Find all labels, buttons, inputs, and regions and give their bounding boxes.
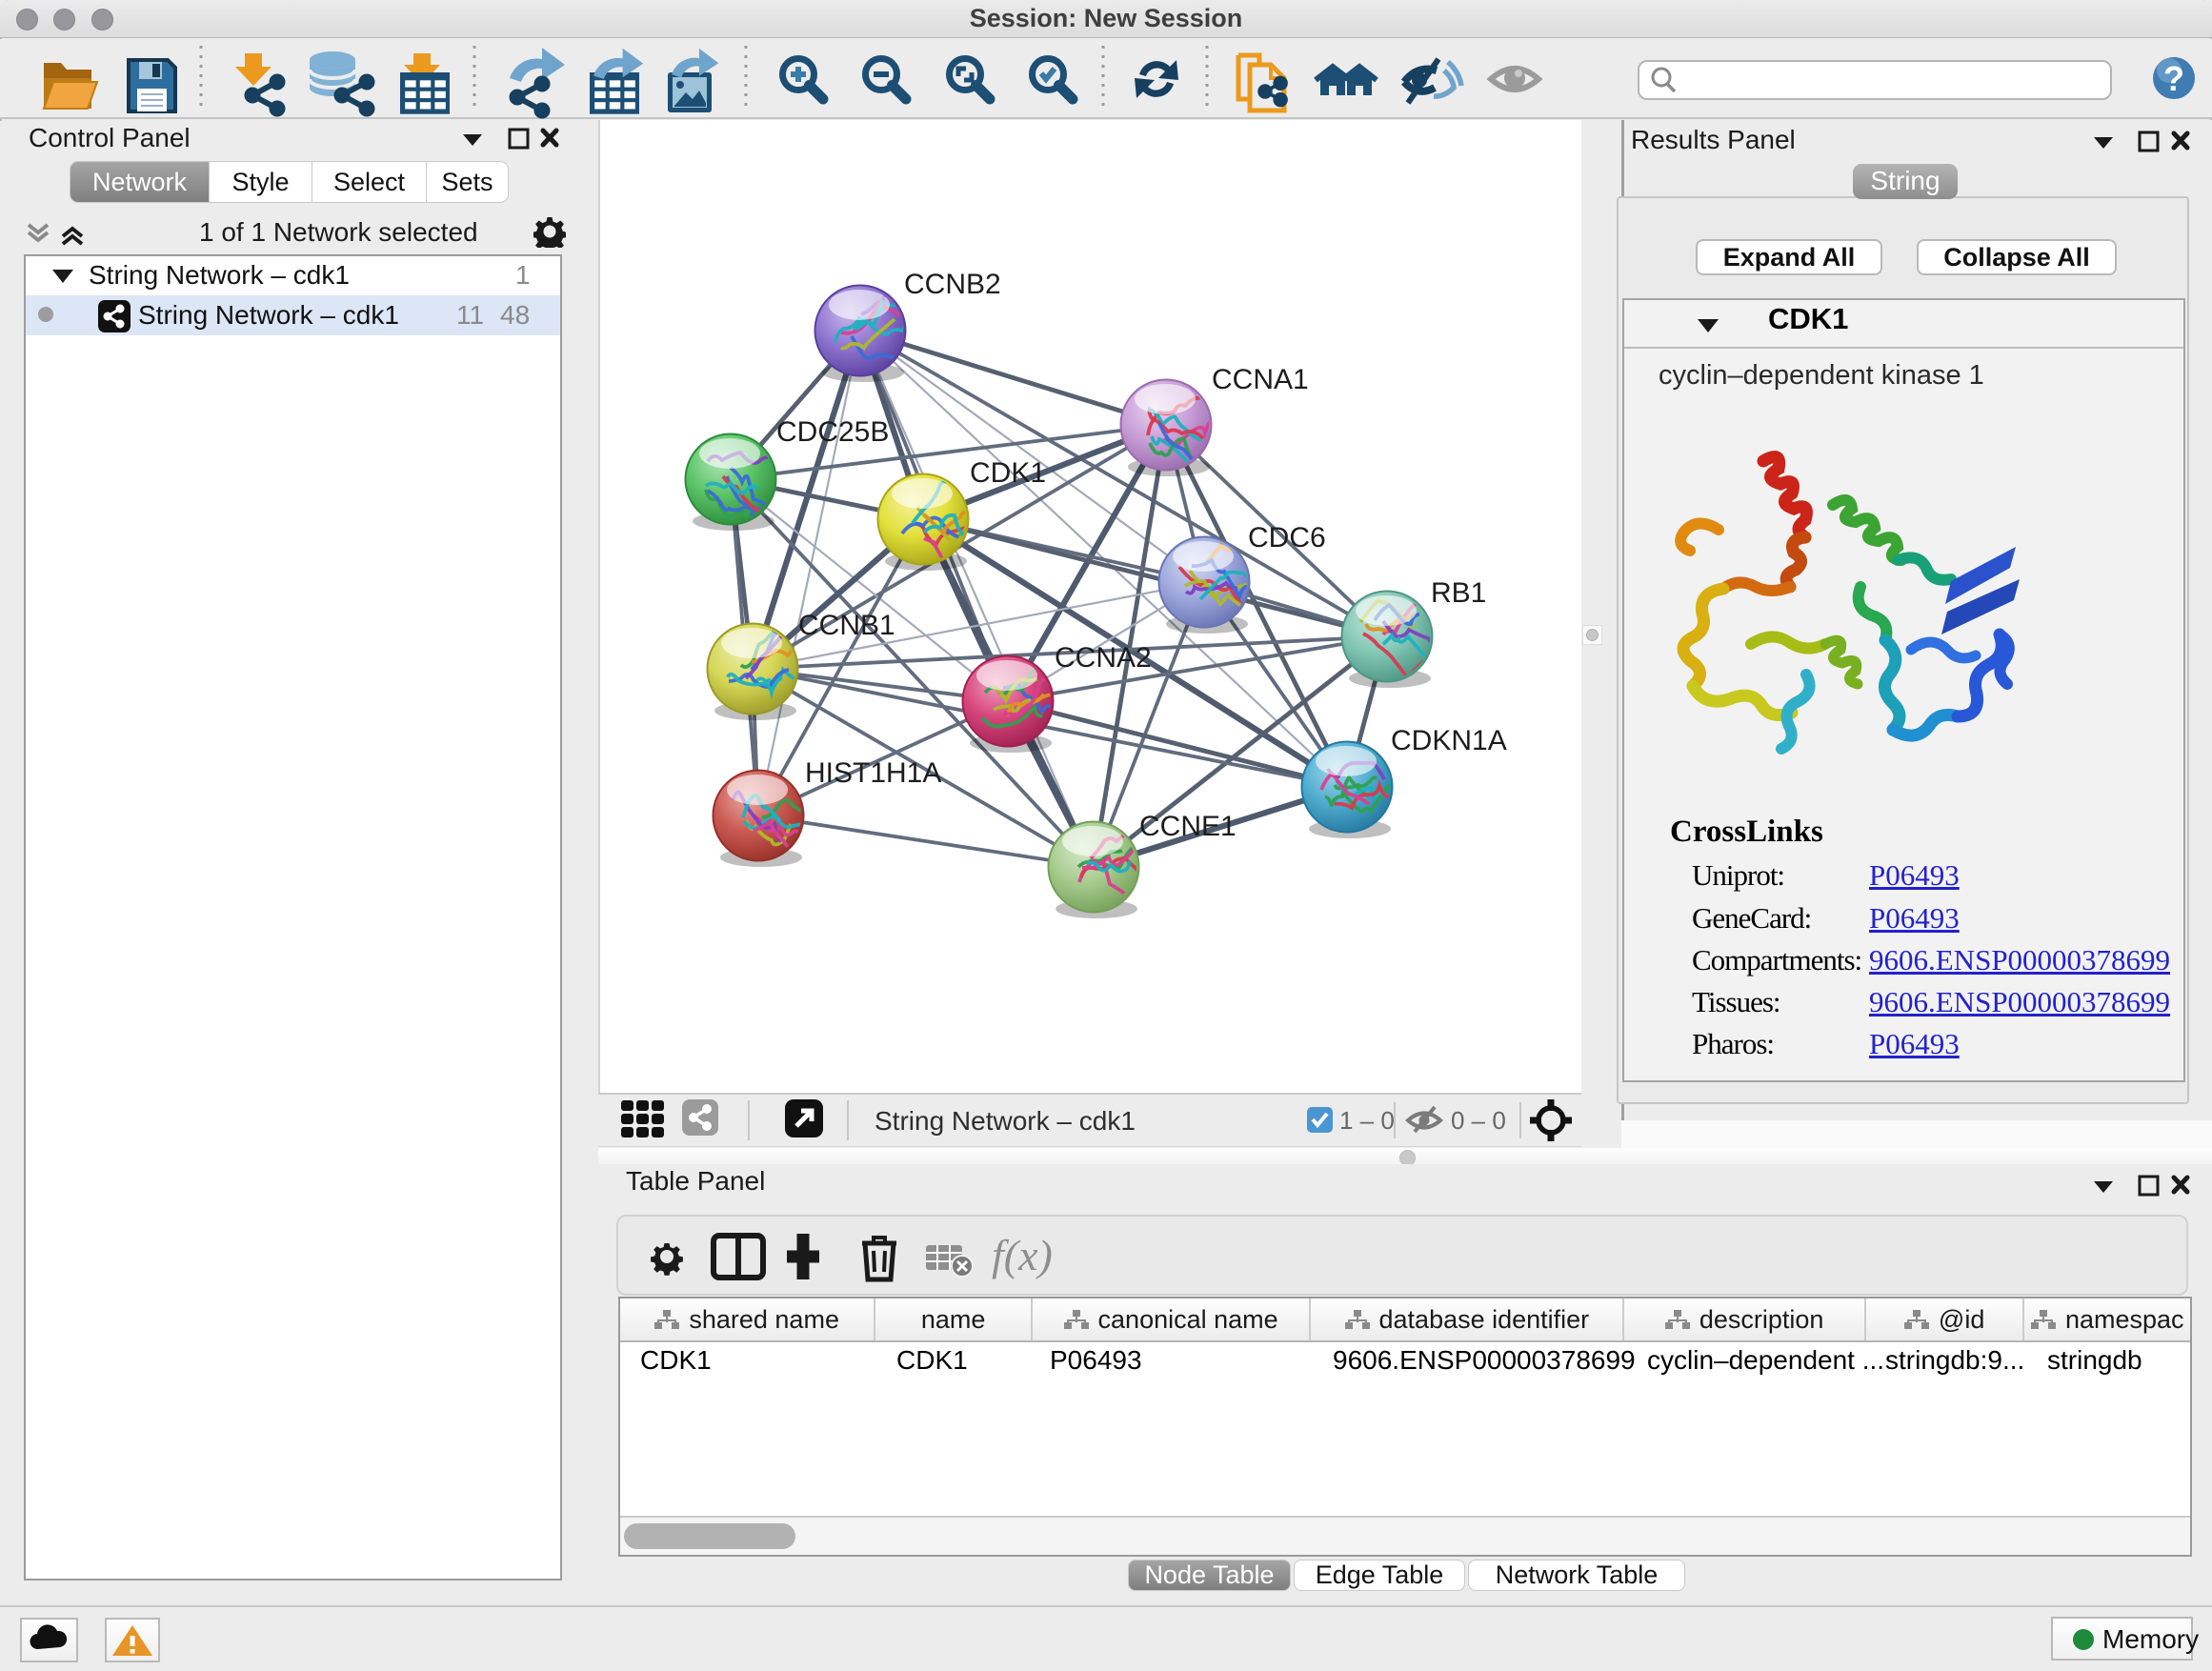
- svg-text:CCNA1: CCNA1: [1212, 364, 1309, 395]
- svg-text:CDK1: CDK1: [970, 457, 1046, 489]
- svg-text:HIST1H1A: HIST1H1A: [805, 757, 941, 789]
- svg-text:CCNB2: CCNB2: [904, 269, 1001, 300]
- svg-text:CDC25B: CDC25B: [776, 416, 889, 448]
- svg-text:CDKN1A: CDKN1A: [1391, 725, 1507, 756]
- svg-text:CDC6: CDC6: [1248, 522, 1326, 554]
- svg-text:CCNA2: CCNA2: [1055, 642, 1152, 674]
- svg-text:CCNB1: CCNB1: [798, 610, 895, 641]
- svg-text:CCNE1: CCNE1: [1139, 811, 1237, 842]
- svg-text:String Network – cdk1: String Network – cdk1: [875, 1106, 1136, 1136]
- svg-text:f(x): f(x): [992, 1231, 1053, 1279]
- svg-text:1 – 0: 1 – 0: [1339, 1106, 1395, 1135]
- svg-text:?: ?: [2163, 59, 2184, 98]
- svg-text:RB1: RB1: [1431, 577, 1486, 609]
- svg-text:0 – 0: 0 – 0: [1451, 1106, 1506, 1135]
